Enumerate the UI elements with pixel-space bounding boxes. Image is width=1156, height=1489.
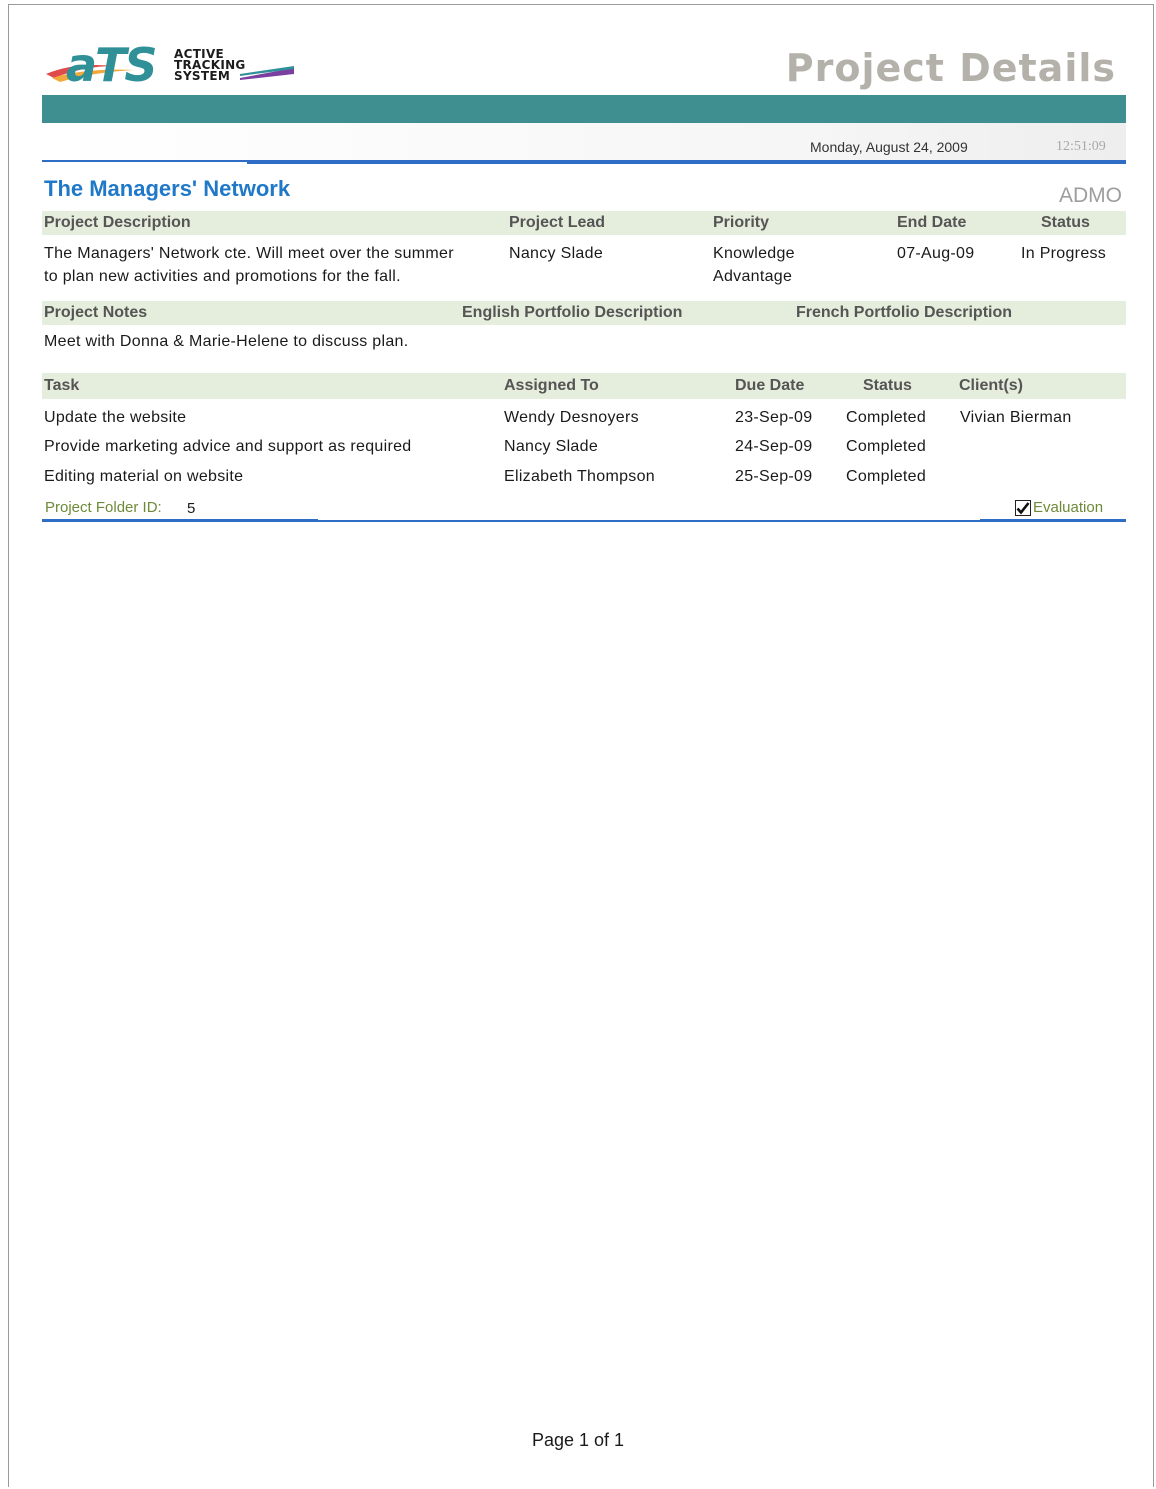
header-clients: Client(s) [959,377,1023,394]
header-rule-accent-right [1027,160,1126,164]
project-folder-id: 5 [187,500,196,517]
task-status: Completed [846,438,927,455]
section-bottom-rule-accent [42,519,318,522]
project-description-line1: The Managers' Network cte. Will meet ove… [44,245,454,262]
project-priority-line2: Advantage [713,268,793,285]
section-bottom-rule-accent-right [980,519,1126,522]
task-due: 24-Sep-09 [735,438,813,455]
header-project-notes: Project Notes [44,304,148,321]
evaluation-field: Evaluation [1015,499,1103,516]
header-priority: Priority [713,214,770,231]
header-assigned-to: Assigned To [504,377,599,394]
project-name: The Managers' Network [44,176,291,201]
task-clients: Vivian Bierman [960,409,1072,426]
project-end-date: 07-Aug-09 [897,245,975,262]
logo-stripe-icon [240,66,294,80]
checkmark-icon [1016,501,1030,515]
logo-word: aTS [66,38,158,92]
task-status: Completed [846,468,927,485]
ats-logo: aTS ACTIVE TRACKING SYSTEM [44,38,304,92]
page-number: Page 1 of 1 [531,1430,625,1450]
header-english-portfolio: English Portfolio Description [462,304,683,321]
project-status: In Progress [1021,245,1107,262]
report-time: 12:51:09 [1056,139,1106,154]
task-assigned: Wendy Desnoyers [504,409,639,426]
evaluation-label: Evaluation [1033,499,1104,516]
task-assigned: Elizabeth Thompson [504,468,655,485]
project-priority-line1: Knowledge [713,245,795,262]
header-end-date: End Date [897,214,967,231]
header-status: Status [1041,214,1090,231]
header-task: Task [44,377,80,394]
header-project-lead: Project Lead [509,214,606,231]
header-bar [42,95,1126,123]
task-name: Update the website [44,409,187,426]
page-title: Project Details [785,46,1116,90]
header-task-status: Status [863,377,912,394]
task-name: Editing material on website [44,468,244,485]
project-code: ADMO [1059,184,1122,207]
task-name: Provide marketing advice and support as … [44,438,412,455]
report-date: Monday, August 24, 2009 [810,139,968,155]
task-status: Completed [846,409,927,426]
task-assigned: Nancy Slade [504,438,599,455]
project-description-line2: to plan new activities and promotions fo… [44,268,401,285]
header-french-portfolio: French Portfolio Description [796,304,1013,321]
task-due: 25-Sep-09 [735,468,813,485]
evaluation-checkbox[interactable] [1015,499,1031,516]
project-lead: Nancy Slade [509,245,604,262]
project-notes-text: Meet with Donna & Marie-Helene to discus… [44,333,409,350]
project-folder-label: Project Folder ID: [45,499,162,516]
header-project-description: Project Description [44,214,191,231]
header-due-date: Due Date [735,377,805,394]
task-due: 23-Sep-09 [735,409,813,426]
logo-line-system: SYSTEM [174,69,231,83]
header-rule-accent [247,160,1027,164]
